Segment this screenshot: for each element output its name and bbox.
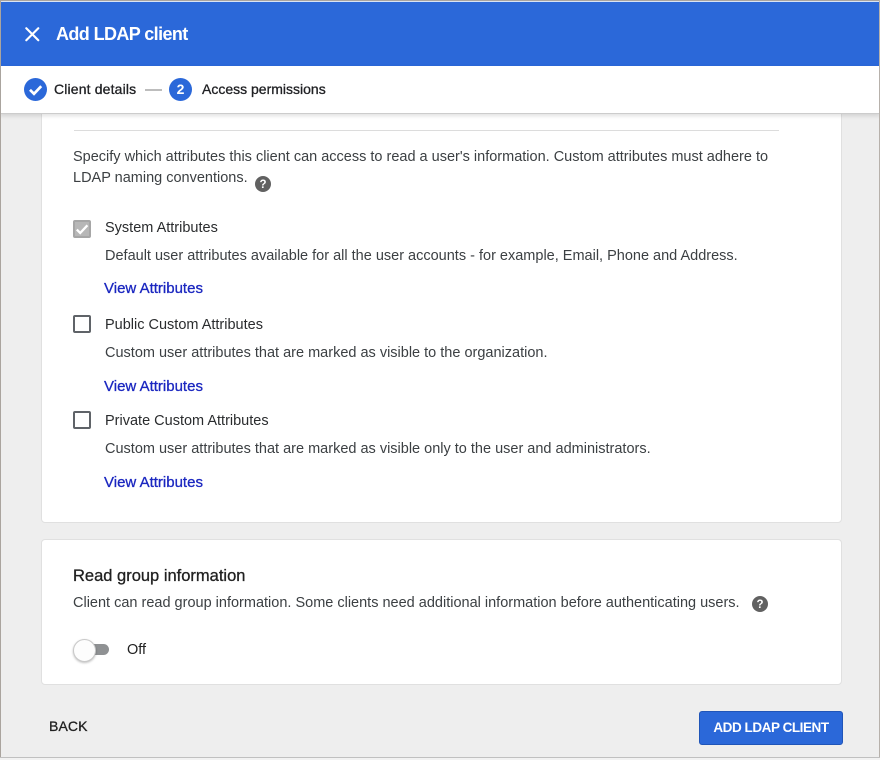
svg-text:?: ? bbox=[756, 599, 763, 611]
svg-text:?: ? bbox=[259, 179, 266, 191]
